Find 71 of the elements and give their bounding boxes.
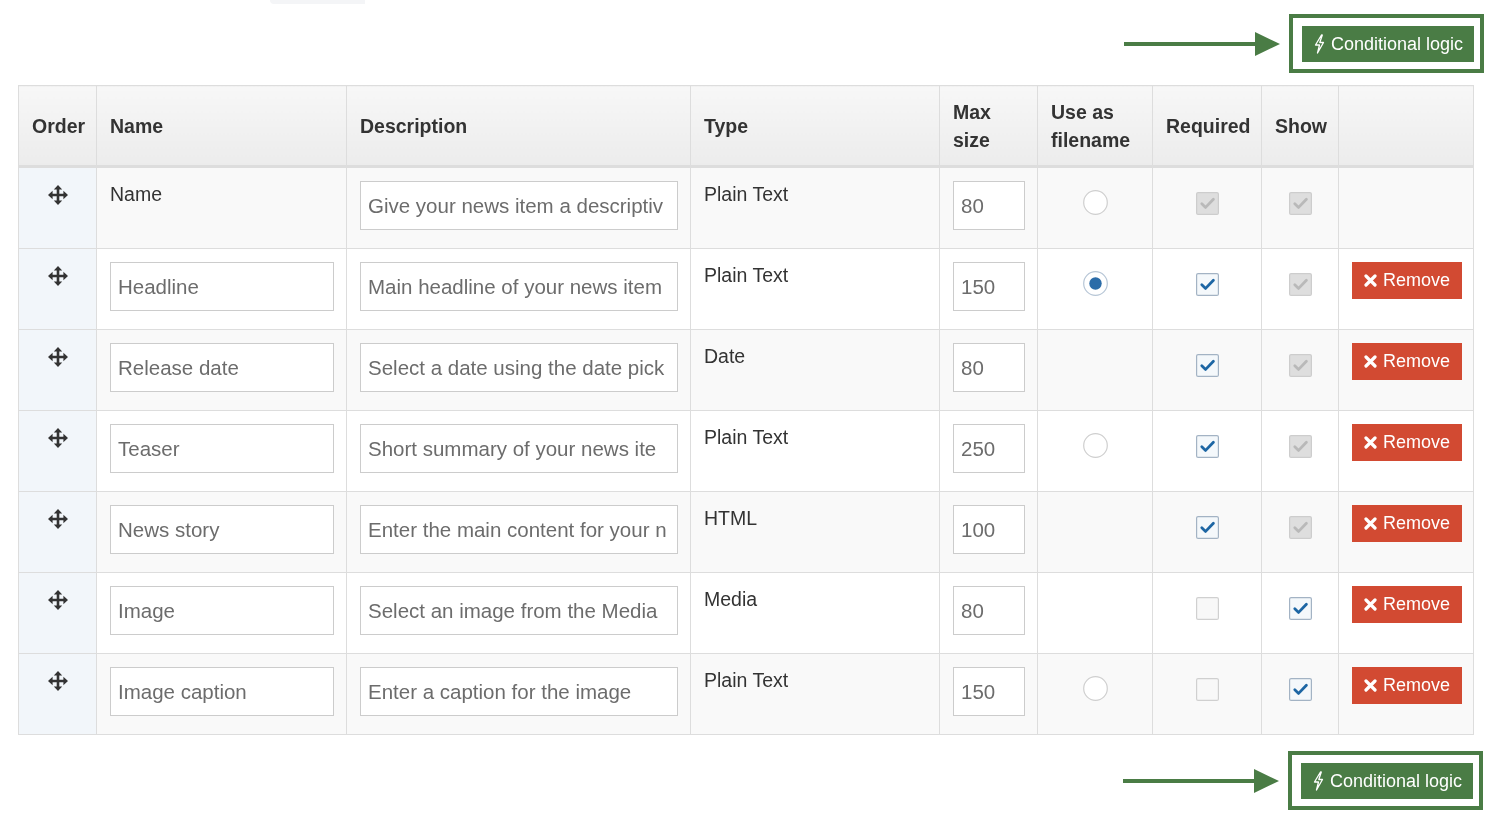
move-icon[interactable] xyxy=(48,347,68,367)
checkbox[interactable] xyxy=(1196,516,1219,539)
name-input[interactable]: Release date xyxy=(110,343,334,392)
checkbox[interactable] xyxy=(1196,678,1219,701)
checkbox[interactable] xyxy=(1196,597,1219,620)
move-icon[interactable] xyxy=(48,590,68,610)
checkbox[interactable] xyxy=(1196,435,1219,458)
move-icon[interactable] xyxy=(48,671,68,691)
x-icon xyxy=(1364,274,1377,287)
description-input[interactable]: Enter a caption for the image xyxy=(360,667,678,716)
remove-button[interactable]: Remove xyxy=(1352,505,1463,542)
type-text: Plain Text xyxy=(704,182,789,205)
radio-button[interactable] xyxy=(1083,676,1108,701)
remove-button[interactable]: Remove xyxy=(1352,586,1463,623)
remove-button[interactable]: Remove xyxy=(1352,343,1463,380)
column-header: Max size xyxy=(939,85,1038,167)
max-size-input[interactable]: 250 xyxy=(953,424,1025,473)
lightning-icon xyxy=(1312,771,1324,791)
move-icon[interactable] xyxy=(48,428,68,448)
type-text: Date xyxy=(704,344,746,367)
checkbox[interactable] xyxy=(1196,354,1219,377)
field-name-text: Name xyxy=(110,182,163,205)
name-input[interactable]: Image xyxy=(110,586,334,635)
column-header: Required xyxy=(1152,85,1262,167)
conditional-logic-button[interactable]: Conditional logic xyxy=(1300,763,1473,799)
description-input[interactable]: Give your news item a descriptiv xyxy=(360,181,678,230)
radio-button[interactable] xyxy=(1083,190,1108,215)
lightning-icon xyxy=(1313,34,1325,54)
column-header: Name xyxy=(96,85,347,167)
radio-button[interactable] xyxy=(1083,271,1108,296)
remove-button[interactable]: Remove xyxy=(1352,667,1463,704)
x-icon xyxy=(1364,598,1377,611)
max-size-input[interactable]: 100 xyxy=(953,505,1025,554)
x-icon xyxy=(1364,679,1377,692)
checkbox[interactable] xyxy=(1289,597,1312,620)
column-header: Order xyxy=(18,85,97,167)
remove-button[interactable]: Remove xyxy=(1352,262,1463,299)
description-input[interactable]: Select an image from the Media xyxy=(360,586,678,635)
max-size-input[interactable]: 80 xyxy=(953,181,1025,230)
move-icon[interactable] xyxy=(48,509,68,529)
type-text: Media xyxy=(704,587,758,610)
checkbox[interactable] xyxy=(1196,273,1219,296)
name-input[interactable]: News story xyxy=(110,505,334,554)
move-icon[interactable] xyxy=(48,185,68,205)
column-header: Use as filename xyxy=(1037,85,1153,167)
column-header: Description xyxy=(346,85,691,167)
remove-button[interactable]: Remove xyxy=(1352,424,1463,461)
type-text: Plain Text xyxy=(704,263,789,286)
conditional-logic-button[interactable]: Conditional logic xyxy=(1301,26,1474,62)
name-input[interactable]: Teaser xyxy=(110,424,334,473)
type-text: HTML xyxy=(704,506,758,529)
max-size-input[interactable]: 80 xyxy=(953,343,1025,392)
max-size-input[interactable]: 150 xyxy=(953,262,1025,311)
description-input[interactable]: Main headline of your news item xyxy=(360,262,678,311)
name-input[interactable]: Headline xyxy=(110,262,334,311)
column-header: Show xyxy=(1261,85,1339,167)
column-header: Type xyxy=(690,85,940,167)
name-input[interactable]: Image caption xyxy=(110,667,334,716)
description-input[interactable]: Select a date using the date pick xyxy=(360,343,678,392)
description-input[interactable]: Short summary of your news ite xyxy=(360,424,678,473)
type-text: Plain Text xyxy=(704,668,789,691)
description-input[interactable]: Enter the main content for your n xyxy=(360,505,678,554)
x-icon xyxy=(1364,355,1377,368)
max-size-input[interactable]: 80 xyxy=(953,586,1025,635)
x-icon xyxy=(1364,436,1377,449)
x-icon xyxy=(1364,517,1377,530)
move-icon[interactable] xyxy=(48,266,68,286)
type-text: Plain Text xyxy=(704,425,789,448)
max-size-input[interactable]: 150 xyxy=(953,667,1025,716)
radio-button[interactable] xyxy=(1083,433,1108,458)
checkbox[interactable] xyxy=(1289,678,1312,701)
